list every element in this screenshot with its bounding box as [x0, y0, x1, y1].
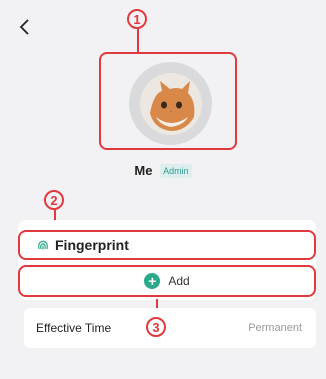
role-badge: Admin [160, 164, 192, 178]
chevron-left-icon [19, 19, 29, 35]
effective-time-label: Effective Time [36, 321, 112, 335]
annotation-marker-1: 1 [127, 9, 147, 29]
plus-circle-icon: + [144, 273, 161, 289]
annotation-marker-2: 2 [44, 190, 64, 210]
annotation-marker-3: 3 [146, 317, 166, 337]
fingerprint-label: Fingerprint [55, 237, 129, 253]
effective-time-value: Permanent [248, 322, 302, 334]
avatar-image [139, 72, 202, 135]
add-fingerprint-button[interactable]: + Add [18, 265, 316, 297]
fingerprint-row: Fingerprint [18, 230, 316, 260]
user-name-row: Me Admin [0, 163, 326, 178]
back-button[interactable] [14, 16, 36, 38]
annotation-connector-1 [137, 29, 139, 52]
add-label: Add [168, 274, 190, 288]
avatar[interactable] [129, 62, 212, 145]
fingerprint-icon [38, 240, 48, 250]
effective-time-row[interactable]: Effective Time Permanent [24, 308, 316, 348]
user-name: Me [134, 163, 153, 178]
